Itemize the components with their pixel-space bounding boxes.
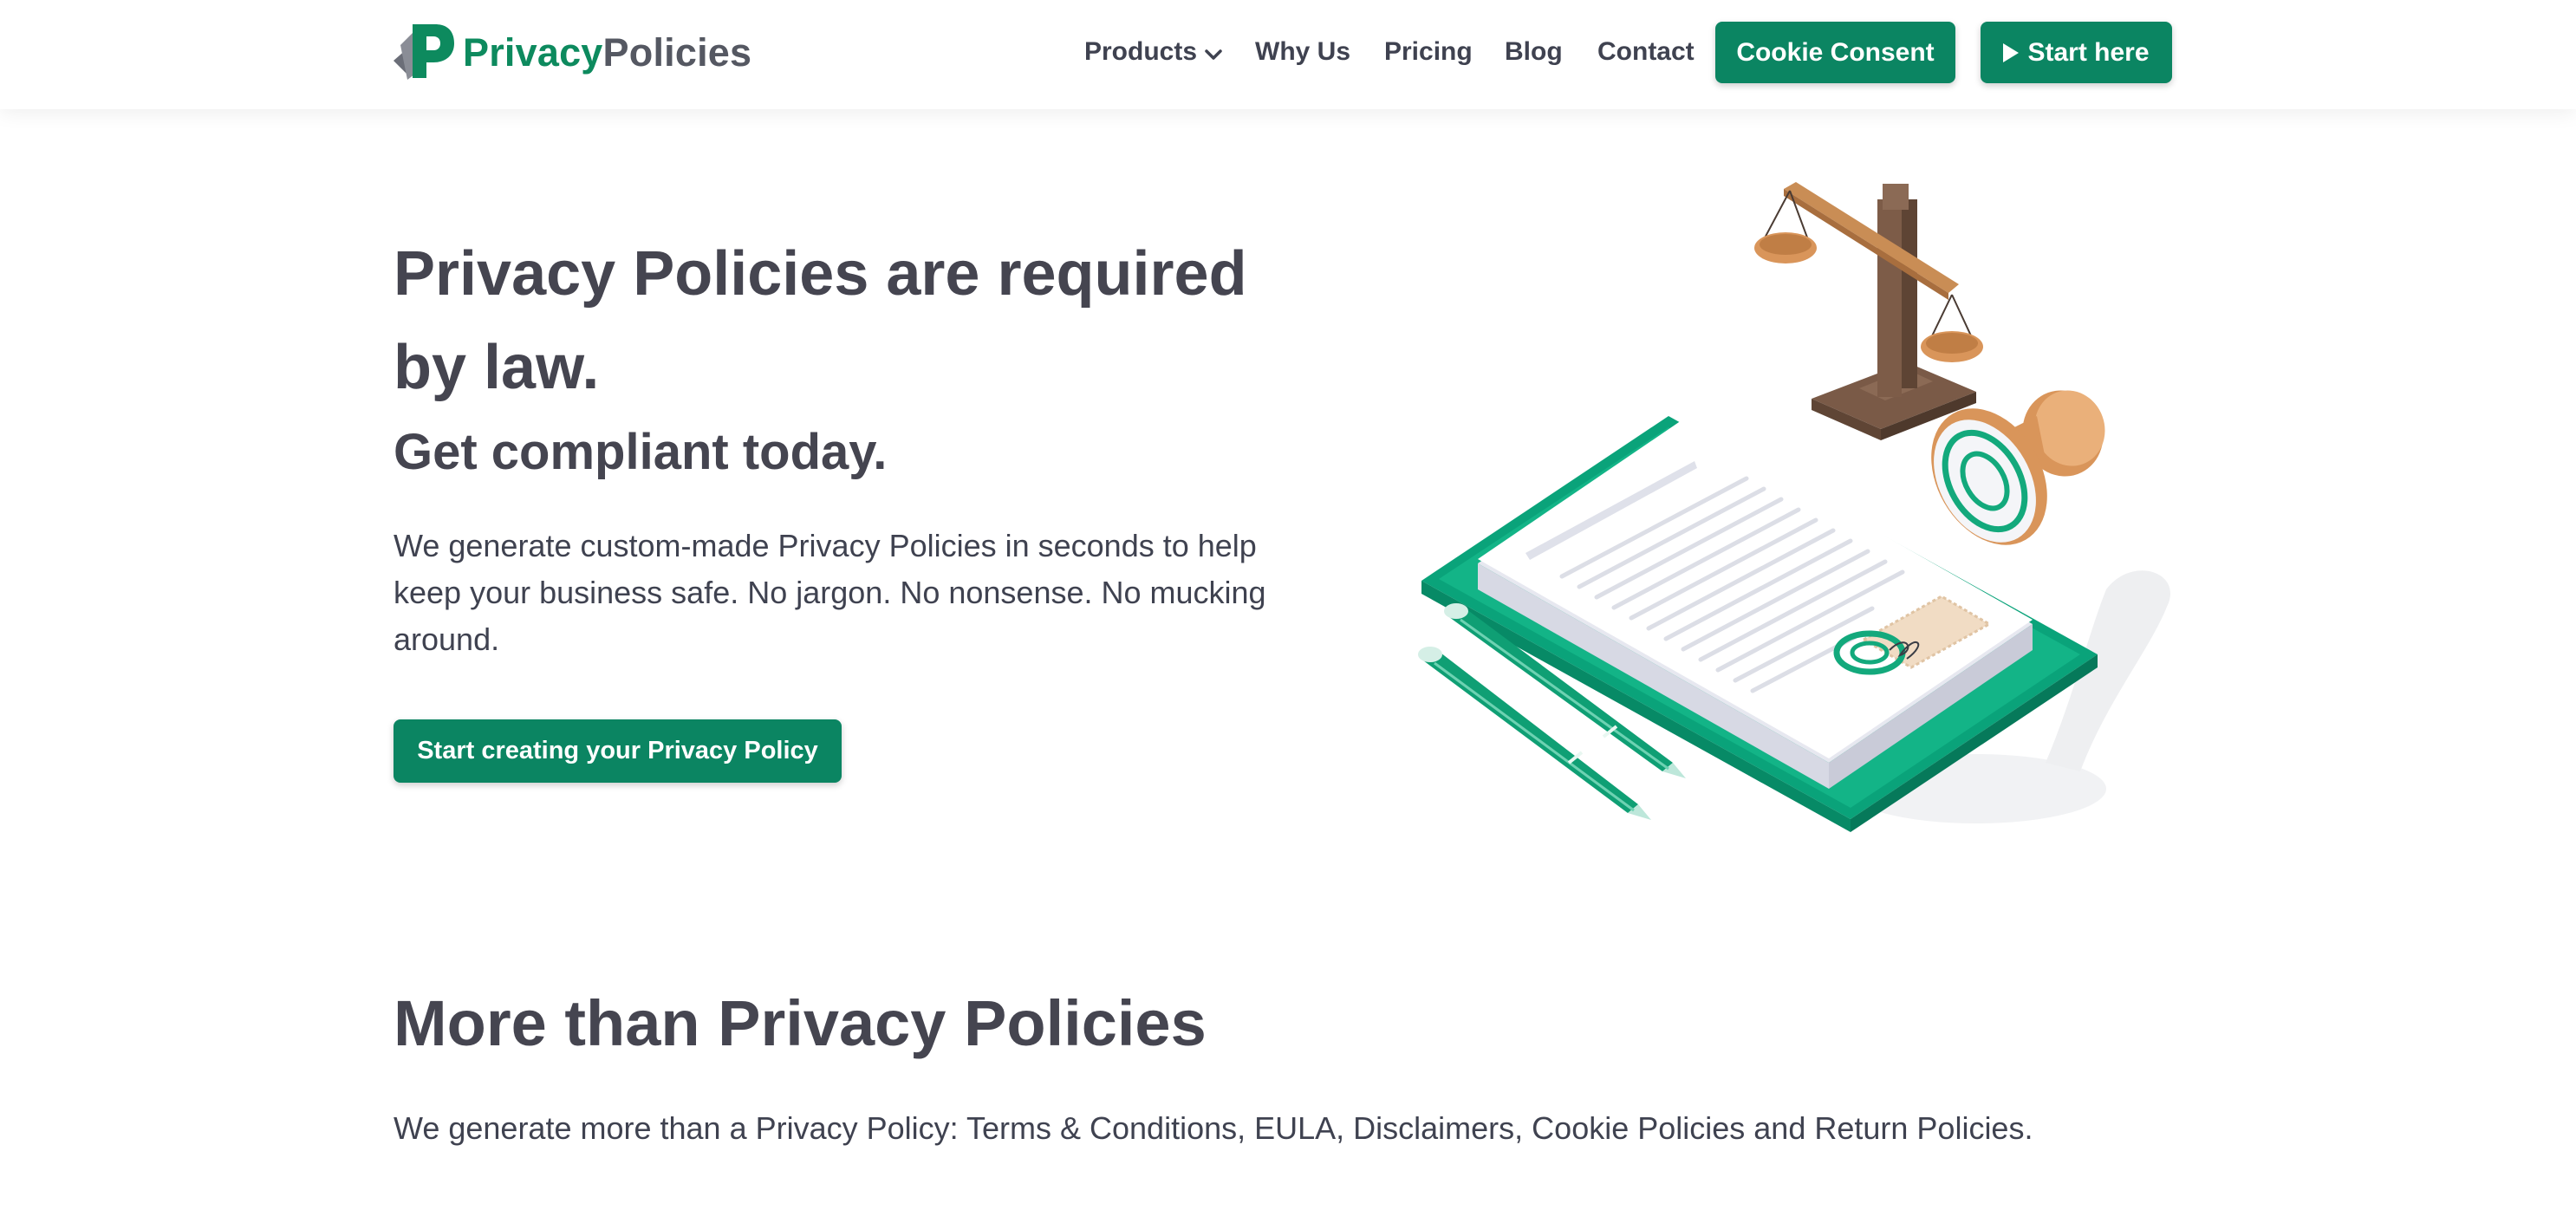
logo-wordmark: PrivacyPolicies [463,30,751,75]
cookie-consent-button[interactable]: Cookie Consent [1715,22,1955,83]
start-here-label: Start here [2027,37,2150,67]
nav-pricing[interactable]: Pricing [1384,36,1473,68]
logo-icon [392,23,458,84]
hero-subtitle: Get compliant today. [394,424,888,480]
more-section-title: More than Privacy Policies [394,987,1207,1059]
logo-link[interactable]: PrivacyPolicies [392,23,751,84]
start-here-button[interactable]: Start here [1981,22,2172,83]
logo-text-policies: Policies [602,30,752,75]
site-header: PrivacyPolicies Products Why Us Pricing … [0,0,2576,109]
hero-illustration [1352,165,2184,858]
cookie-consent-label: Cookie Consent [1736,37,1935,67]
more-section-description: We generate more than a Privacy Policy: … [394,1110,2033,1146]
scales-of-justice-icon [1754,182,1983,440]
hero-description: We generate custom-made Privacy Policies… [394,528,1266,657]
start-privacy-policy-button[interactable]: Start creating your Privacy Policy [394,719,842,783]
nav-contact[interactable]: Contact [1597,36,1695,68]
nav-blog[interactable]: Blog [1505,36,1563,68]
nav-products[interactable]: Products [1084,36,1223,68]
hero-title: Privacy Policies are required by law. [394,239,1247,402]
logo-text-privacy: Privacy [463,30,603,75]
nav-why-us[interactable]: Why Us [1255,36,1350,68]
play-icon [2003,42,2020,62]
nav-products-label: Products [1084,37,1198,66]
cta-label: Start creating your Privacy Policy [417,737,818,764]
chevron-down-icon [1204,37,1223,68]
